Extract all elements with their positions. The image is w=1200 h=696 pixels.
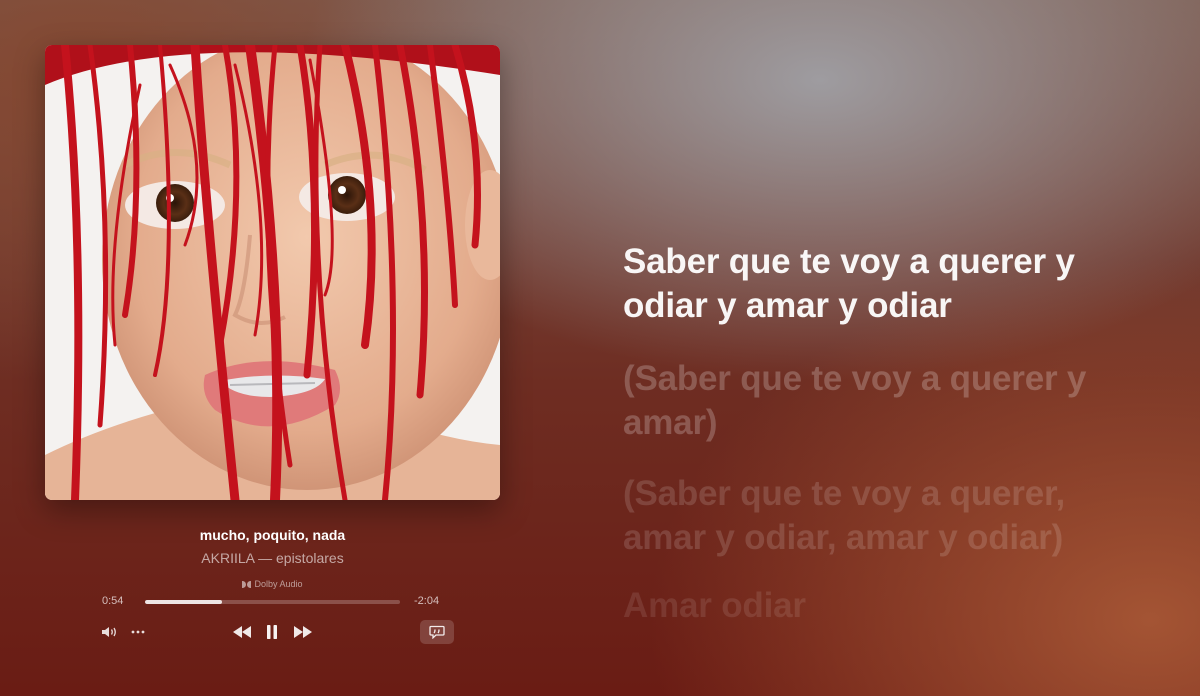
remaining-time[interactable]: -2:04 <box>414 595 439 607</box>
lyrics-icon <box>429 625 445 639</box>
more-options-button[interactable] <box>130 624 146 640</box>
playback-progress-fill <box>145 600 222 604</box>
rewind-icon <box>233 626 251 638</box>
dolby-audio-label: Dolby Audio <box>254 579 303 589</box>
ellipsis-icon <box>131 630 145 634</box>
fast-forward-icon <box>294 626 312 638</box>
next-track-button[interactable] <box>292 624 314 640</box>
dolby-icon <box>242 580 252 588</box>
track-artist-album[interactable]: AKRIILA — epistolares <box>45 550 500 566</box>
lyric-line[interactable]: Amar odiar <box>623 584 1163 628</box>
previous-track-button[interactable] <box>231 624 253 640</box>
album-artwork[interactable] <box>45 45 500 500</box>
lyric-line[interactable]: (Saber que te voy a querer y amar) <box>623 357 1103 445</box>
pause-icon <box>267 625 277 639</box>
lyric-line[interactable]: (Saber que te voy a querer, amar y odiar… <box>623 472 1103 560</box>
lyrics-button[interactable] <box>420 620 454 644</box>
album-artwork-image <box>45 45 500 500</box>
volume-icon <box>102 627 116 637</box>
lyric-line-current[interactable]: Saber que te voy a querer y odiar y amar… <box>623 240 1163 328</box>
playback-progress-bar[interactable] <box>145 600 400 604</box>
track-title[interactable]: mucho, poquito, nada <box>45 527 500 543</box>
pause-button[interactable] <box>263 622 281 642</box>
elapsed-time: 0:54 <box>102 595 124 607</box>
dolby-audio-badge: Dolby Audio <box>45 579 500 589</box>
volume-button[interactable] <box>100 624 120 640</box>
